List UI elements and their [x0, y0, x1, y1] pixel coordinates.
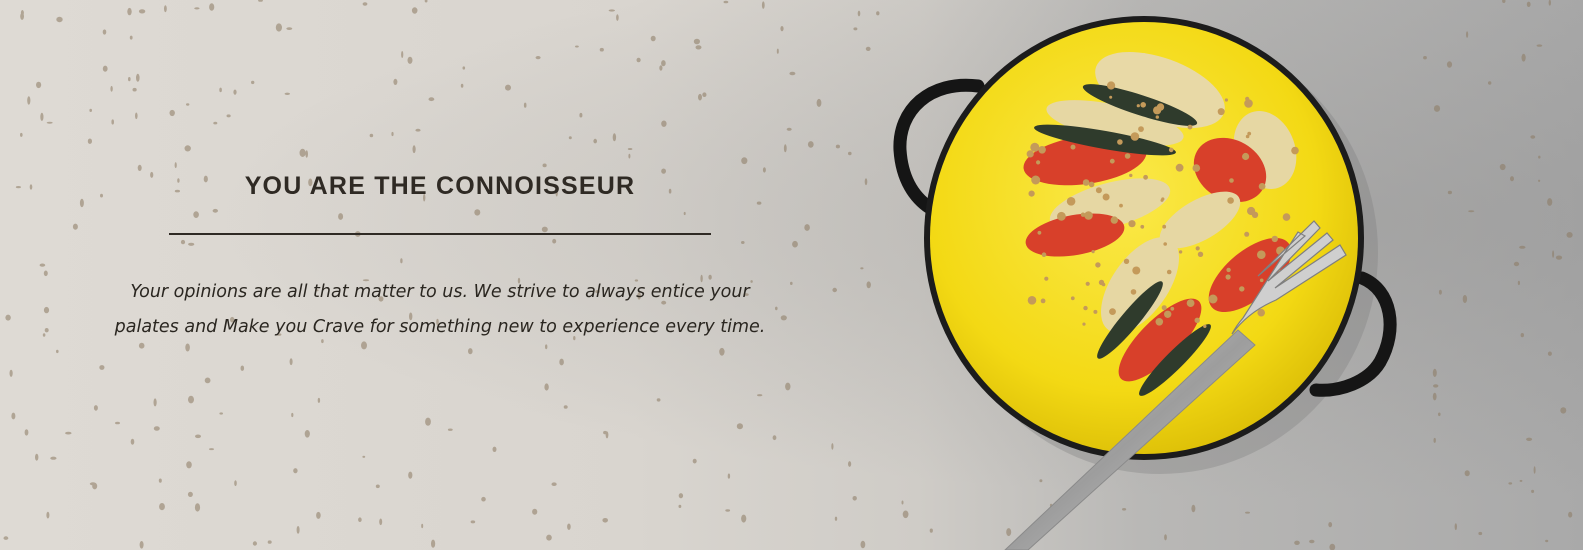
hero-banner: YOU ARE THE CONNOISSEUR Your opinions ar… [0, 0, 1583, 550]
food-photo [893, 16, 1397, 550]
